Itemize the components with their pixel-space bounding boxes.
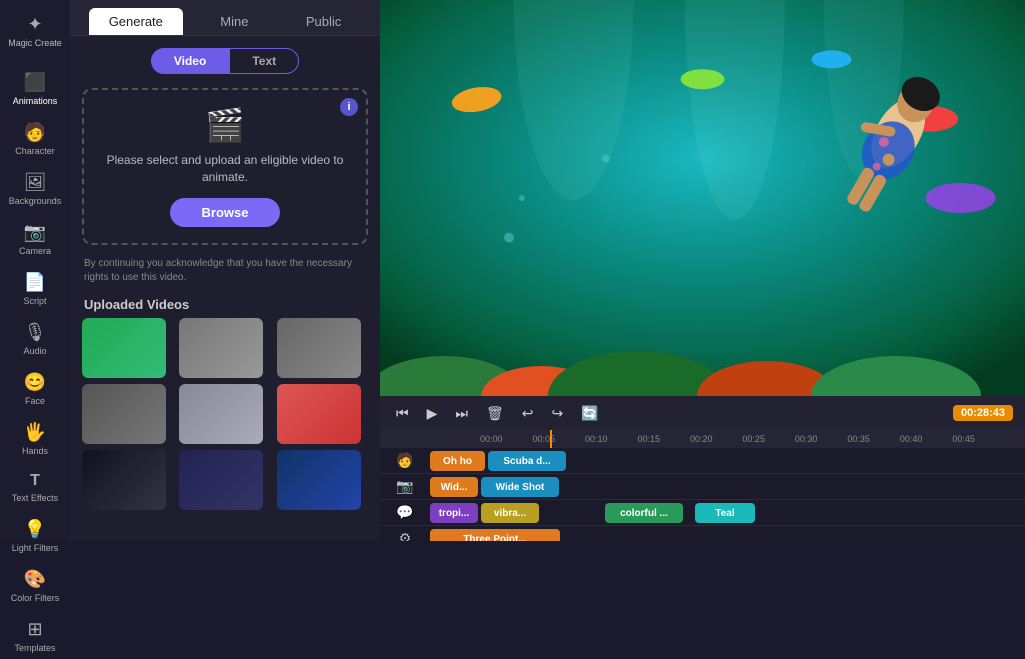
sidebar-item-camera[interactable]: 📷 Camera: [3, 216, 67, 262]
track-row-caption: 💬 tropi... vibra... colorful ... Teal: [380, 500, 1025, 526]
clip-colorful[interactable]: colorful ...: [605, 503, 683, 523]
refresh-button[interactable]: 🔄: [577, 403, 602, 424]
undo-button[interactable]: ↩: [518, 403, 538, 424]
panel: Generate Mine Public Video Text i 🎬 Plea…: [70, 0, 380, 541]
track-content-character: Oh ho Scuba d...: [430, 448, 1025, 473]
sidebar-item-character[interactable]: 🧑 Character: [3, 116, 67, 162]
sidebar-item-animations[interactable]: ⬛ Animations: [3, 66, 67, 112]
tab-mine[interactable]: Mine: [200, 8, 268, 35]
video-thumb-3[interactable]: [277, 318, 361, 378]
clip-three-point[interactable]: Three Point...: [430, 529, 560, 541]
track-content-camera: Wid... Wide Shot: [430, 474, 1025, 499]
track-content-motion: Three Point...: [430, 526, 1025, 541]
track-content-caption: tropi... vibra... colorful ... Teal: [430, 500, 1025, 525]
timeline-ruler: 00:00 00:05 00:10 00:15 00:20 00:25 00:3…: [380, 430, 1025, 448]
uploaded-videos-label: Uploaded Videos: [84, 297, 366, 312]
script-icon: 📄: [24, 272, 46, 293]
clip-oh-ho[interactable]: Oh ho: [430, 451, 485, 471]
sidebar-item-audio[interactable]: 🎙 Audio: [3, 316, 67, 362]
ruler-marks: 00:00 00:05 00:10 00:15 00:20 00:25 00:3…: [430, 434, 1025, 444]
play-button[interactable]: ▶: [423, 403, 442, 424]
backgrounds-icon: 🖼: [24, 172, 47, 193]
sidebar: ✦ Magic Create ⬛ Animations 🧑 Character …: [0, 0, 70, 541]
playhead: [550, 430, 552, 448]
sidebar-item-magic-create[interactable]: ✦ Magic Create: [3, 8, 67, 54]
main-area: ⏮ ▶ ⏭ 🗑 ↩ ↪ 🔄 00:28:43 00:00 00:05 00:10…: [380, 0, 1025, 541]
video-thumb-7[interactable]: [82, 450, 166, 510]
sidebar-item-light-filters[interactable]: 💡 Light Filters: [3, 513, 67, 559]
sidebar-item-hands[interactable]: 🖐 Hands: [3, 416, 67, 462]
track-row-camera: 📷 Wid... Wide Shot: [380, 474, 1025, 500]
clip-teal[interactable]: Teal: [695, 503, 755, 523]
film-icon: 🎬: [205, 106, 245, 144]
tab-public[interactable]: Public: [286, 8, 361, 35]
video-grid: [82, 318, 368, 510]
track-icon-motion: ⚙: [380, 530, 430, 541]
upload-instruction: Please select and upload an eligible vid…: [100, 152, 350, 186]
delete-button[interactable]: 🗑: [482, 403, 508, 424]
color-filters-icon: 🎨: [24, 569, 46, 590]
sidebar-item-text-effects[interactable]: T Text Effects: [3, 466, 67, 509]
video-thumb-2[interactable]: [179, 318, 263, 378]
video-thumb-8[interactable]: [179, 450, 263, 510]
sidebar-item-face[interactable]: 😊 Face: [3, 366, 67, 412]
light-filters-icon: 💡: [24, 519, 46, 540]
character-icon: 🧑: [24, 122, 46, 143]
audio-icon: 🎙: [24, 322, 47, 343]
info-icon: i: [340, 98, 358, 116]
animations-icon: ⬛: [24, 72, 46, 93]
face-icon: 😊: [24, 372, 46, 393]
track-icon-camera: 📷: [380, 478, 430, 495]
clip-wide-shot[interactable]: Wide Shot: [481, 477, 559, 497]
toggle-text-btn[interactable]: Text: [229, 48, 299, 74]
upload-area: i 🎬 Please select and upload an eligible…: [82, 88, 368, 245]
magic-create-icon: ✦: [27, 14, 42, 35]
clip-wid[interactable]: Wid...: [430, 477, 478, 497]
track-area: 🧑 Oh ho Scuba d... 📷 Wid... Wide Shot 💬 …: [380, 448, 1025, 541]
video-thumb-9[interactable]: [277, 450, 361, 510]
templates-icon: ⊞: [27, 619, 42, 640]
clip-vibra[interactable]: vibra...: [481, 503, 539, 523]
video-thumb-4[interactable]: [82, 384, 166, 444]
video-thumb-1[interactable]: [82, 318, 166, 378]
sidebar-item-color-filters[interactable]: 🎨 Color Filters: [3, 563, 67, 609]
skip-to-end-button[interactable]: ⏭: [451, 403, 472, 424]
track-row-motion: ⚙ Three Point...: [380, 526, 1025, 541]
time-display: 00:28:43: [953, 405, 1013, 421]
rights-text: By continuing you acknowledge that you h…: [84, 257, 366, 285]
clip-tropi[interactable]: tropi...: [430, 503, 478, 523]
toggle-video-btn[interactable]: Video: [151, 48, 229, 74]
camera-icon: 📷: [24, 222, 46, 243]
track-row-character: 🧑 Oh ho Scuba d...: [380, 448, 1025, 474]
track-icon-caption: 💬: [380, 504, 430, 521]
browse-button[interactable]: Browse: [170, 198, 281, 227]
redo-button[interactable]: ↪: [548, 403, 568, 424]
clip-scuba[interactable]: Scuba d...: [488, 451, 566, 471]
text-effects-icon: T: [30, 472, 40, 490]
skip-to-start-button[interactable]: ⏮: [392, 403, 413, 424]
tab-generate[interactable]: Generate: [89, 8, 183, 35]
video-thumb-6[interactable]: [277, 384, 361, 444]
track-icon-character: 🧑: [380, 452, 430, 469]
sidebar-item-templates[interactable]: ⊞ Templates: [3, 613, 67, 659]
sidebar-item-script[interactable]: 📄 Script: [3, 266, 67, 312]
panel-tabs: Generate Mine Public: [70, 0, 380, 36]
video-text-toggle: Video Text: [151, 48, 299, 74]
timeline-controls: ⏮ ▶ ⏭ 🗑 ↩ ↪ 🔄 00:28:43: [380, 396, 1025, 430]
timeline: ⏮ ▶ ⏭ 🗑 ↩ ↪ 🔄 00:28:43 00:00 00:05 00:10…: [380, 396, 1025, 541]
sidebar-item-backgrounds[interactable]: 🖼 Backgrounds: [3, 166, 67, 212]
hands-icon: 🖐: [24, 422, 46, 443]
video-thumb-5[interactable]: [179, 384, 263, 444]
video-canvas: [380, 0, 1025, 396]
